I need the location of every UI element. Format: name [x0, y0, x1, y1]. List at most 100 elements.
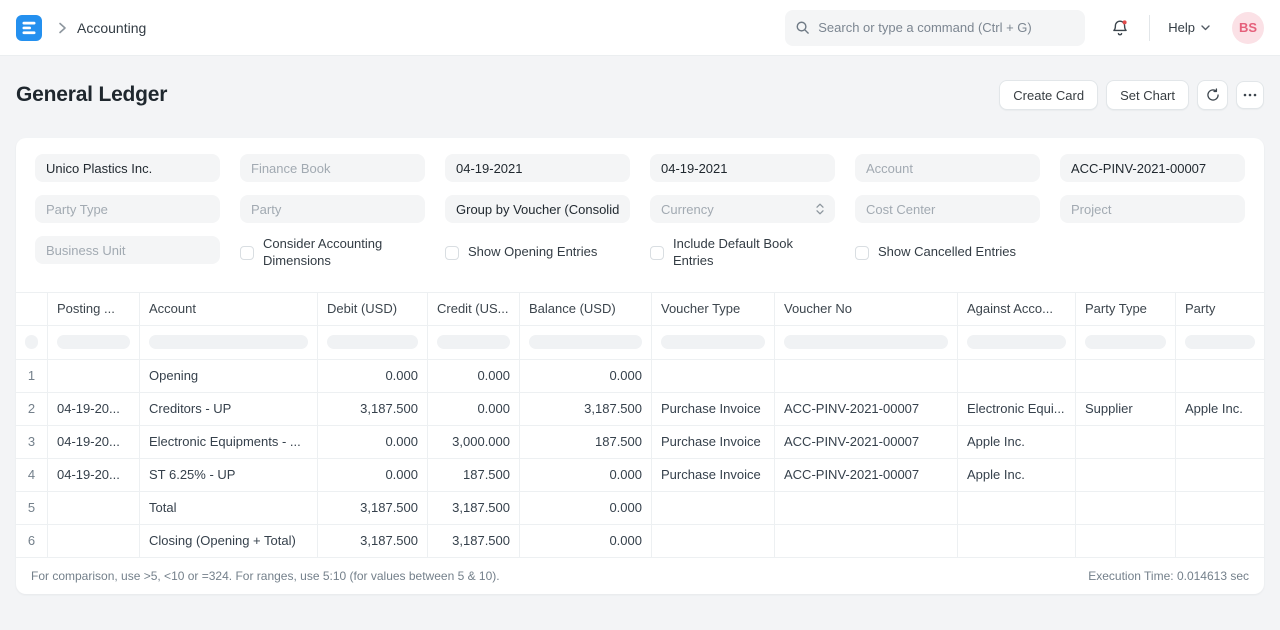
table-cell-account[interactable]: Electronic Equipments - ...	[140, 426, 318, 458]
consider-accounting-dimensions-checkbox[interactable]: Consider Accounting Dimensions	[240, 236, 425, 270]
table-cell-posting_date[interactable]	[48, 360, 140, 392]
from-date-filter[interactable]	[445, 154, 630, 182]
table-cell-voucher_no[interactable]	[775, 525, 958, 557]
table-cell-against_account[interactable]	[958, 360, 1076, 392]
table-cell-against_account[interactable]: Apple Inc.	[958, 426, 1076, 458]
table-cell-voucher_type[interactable]	[652, 360, 775, 392]
notifications-button[interactable]	[1111, 19, 1129, 37]
global-search[interactable]	[785, 10, 1085, 46]
table-cell-balance[interactable]: 187.500	[520, 426, 652, 458]
user-avatar[interactable]: BS	[1232, 12, 1264, 44]
table-cell-voucher_no[interactable]: ACC-PINV-2021-00007	[775, 393, 958, 425]
table-cell-debit[interactable]: 0.000	[318, 459, 428, 491]
help-menu[interactable]: Help	[1168, 20, 1210, 35]
include-default-book-entries-checkbox[interactable]: Include Default Book Entries	[650, 236, 835, 270]
column-filter-input[interactable]	[57, 335, 130, 349]
to-date-filter[interactable]	[650, 154, 835, 182]
refresh-button[interactable]	[1197, 80, 1228, 110]
table-cell-voucher_no[interactable]	[775, 360, 958, 392]
table-cell-account[interactable]: Total	[140, 492, 318, 524]
column-header-against_account[interactable]: Against Acco...	[958, 293, 1076, 325]
column-filter-input[interactable]	[529, 335, 642, 349]
table-cell-voucher_type[interactable]	[652, 492, 775, 524]
table-cell-party[interactable]	[1176, 459, 1264, 491]
column-header-credit[interactable]: Credit (US...	[428, 293, 520, 325]
column-header-party[interactable]: Party	[1176, 293, 1264, 325]
column-filter-input[interactable]	[661, 335, 765, 349]
column-header-voucher_no[interactable]: Voucher No	[775, 293, 958, 325]
show-opening-entries-checkbox[interactable]: Show Opening Entries	[445, 236, 630, 270]
create-card-button[interactable]: Create Card	[999, 80, 1098, 110]
column-header-party_type[interactable]: Party Type	[1076, 293, 1176, 325]
column-filter-account[interactable]	[140, 326, 318, 359]
set-chart-button[interactable]: Set Chart	[1106, 80, 1189, 110]
party-filter[interactable]	[240, 195, 425, 223]
table-cell-account[interactable]: ST 6.25% - UP	[140, 459, 318, 491]
account-filter[interactable]	[855, 154, 1040, 182]
column-filter-voucher_type[interactable]	[652, 326, 775, 359]
table-cell-credit[interactable]: 0.000	[428, 393, 520, 425]
column-filter-credit[interactable]	[428, 326, 520, 359]
table-cell-posting_date[interactable]: 04-19-20...	[48, 426, 140, 458]
table-cell-party_type[interactable]	[1076, 525, 1176, 557]
voucher-no-filter[interactable]	[1060, 154, 1245, 182]
column-filter-input[interactable]	[784, 335, 948, 349]
table-cell-voucher_type[interactable]: Purchase Invoice	[652, 426, 775, 458]
column-filter-party[interactable]	[1176, 326, 1264, 359]
table-cell-party[interactable]	[1176, 492, 1264, 524]
table-cell-party_type[interactable]	[1076, 360, 1176, 392]
table-cell-credit[interactable]: 3,000.000	[428, 426, 520, 458]
table-cell-against_account[interactable]: Apple Inc.	[958, 459, 1076, 491]
table-cell-voucher_no[interactable]	[775, 492, 958, 524]
table-cell-voucher_no[interactable]: ACC-PINV-2021-00007	[775, 459, 958, 491]
column-header-voucher_type[interactable]: Voucher Type	[652, 293, 775, 325]
currency-filter[interactable]: Currency	[650, 195, 835, 223]
column-filter-input[interactable]	[1085, 335, 1166, 349]
table-cell-debit[interactable]: 3,187.500	[318, 525, 428, 557]
table-cell-balance[interactable]: 0.000	[520, 459, 652, 491]
table-cell-party_type[interactable]: Supplier	[1076, 393, 1176, 425]
column-filter-index[interactable]	[16, 326, 48, 359]
group-by-filter[interactable]	[445, 195, 630, 223]
cost-center-filter[interactable]	[855, 195, 1040, 223]
table-cell-party[interactable]	[1176, 426, 1264, 458]
column-filter-input[interactable]	[25, 335, 38, 349]
table-cell-party_type[interactable]	[1076, 459, 1176, 491]
table-cell-party[interactable]	[1176, 360, 1264, 392]
column-filter-input[interactable]	[437, 335, 510, 349]
table-cell-debit[interactable]: 3,187.500	[318, 492, 428, 524]
table-cell-party[interactable]: Apple Inc.	[1176, 393, 1264, 425]
column-filter-input[interactable]	[327, 335, 418, 349]
column-filter-input[interactable]	[1185, 335, 1255, 349]
finance-book-filter[interactable]	[240, 154, 425, 182]
table-cell-balance[interactable]: 0.000	[520, 360, 652, 392]
table-cell-against_account[interactable]: Electronic Equi...	[958, 393, 1076, 425]
column-filter-voucher_no[interactable]	[775, 326, 958, 359]
column-filter-input[interactable]	[149, 335, 308, 349]
column-header-balance[interactable]: Balance (USD)	[520, 293, 652, 325]
table-cell-against_account[interactable]	[958, 492, 1076, 524]
column-filter-against_account[interactable]	[958, 326, 1076, 359]
table-cell-debit[interactable]: 0.000	[318, 360, 428, 392]
search-input[interactable]	[818, 20, 1075, 35]
table-cell-account[interactable]: Creditors - UP	[140, 393, 318, 425]
table-cell-voucher_no[interactable]: ACC-PINV-2021-00007	[775, 426, 958, 458]
column-filter-posting_date[interactable]	[48, 326, 140, 359]
company-filter[interactable]	[35, 154, 220, 182]
column-filter-balance[interactable]	[520, 326, 652, 359]
table-cell-balance[interactable]: 0.000	[520, 525, 652, 557]
column-header-account[interactable]: Account	[140, 293, 318, 325]
business-unit-filter[interactable]	[35, 236, 220, 264]
table-cell-posting_date[interactable]: 04-19-20...	[48, 393, 140, 425]
table-cell-posting_date[interactable]	[48, 492, 140, 524]
table-cell-posting_date[interactable]: 04-19-20...	[48, 459, 140, 491]
table-cell-balance[interactable]: 3,187.500	[520, 393, 652, 425]
table-cell-credit[interactable]: 3,187.500	[428, 525, 520, 557]
column-filter-party_type[interactable]	[1076, 326, 1176, 359]
table-cell-debit[interactable]: 0.000	[318, 426, 428, 458]
table-cell-debit[interactable]: 3,187.500	[318, 393, 428, 425]
table-cell-voucher_type[interactable]: Purchase Invoice	[652, 393, 775, 425]
table-cell-credit[interactable]: 187.500	[428, 459, 520, 491]
project-filter[interactable]	[1060, 195, 1245, 223]
app-logo[interactable]	[16, 15, 42, 41]
